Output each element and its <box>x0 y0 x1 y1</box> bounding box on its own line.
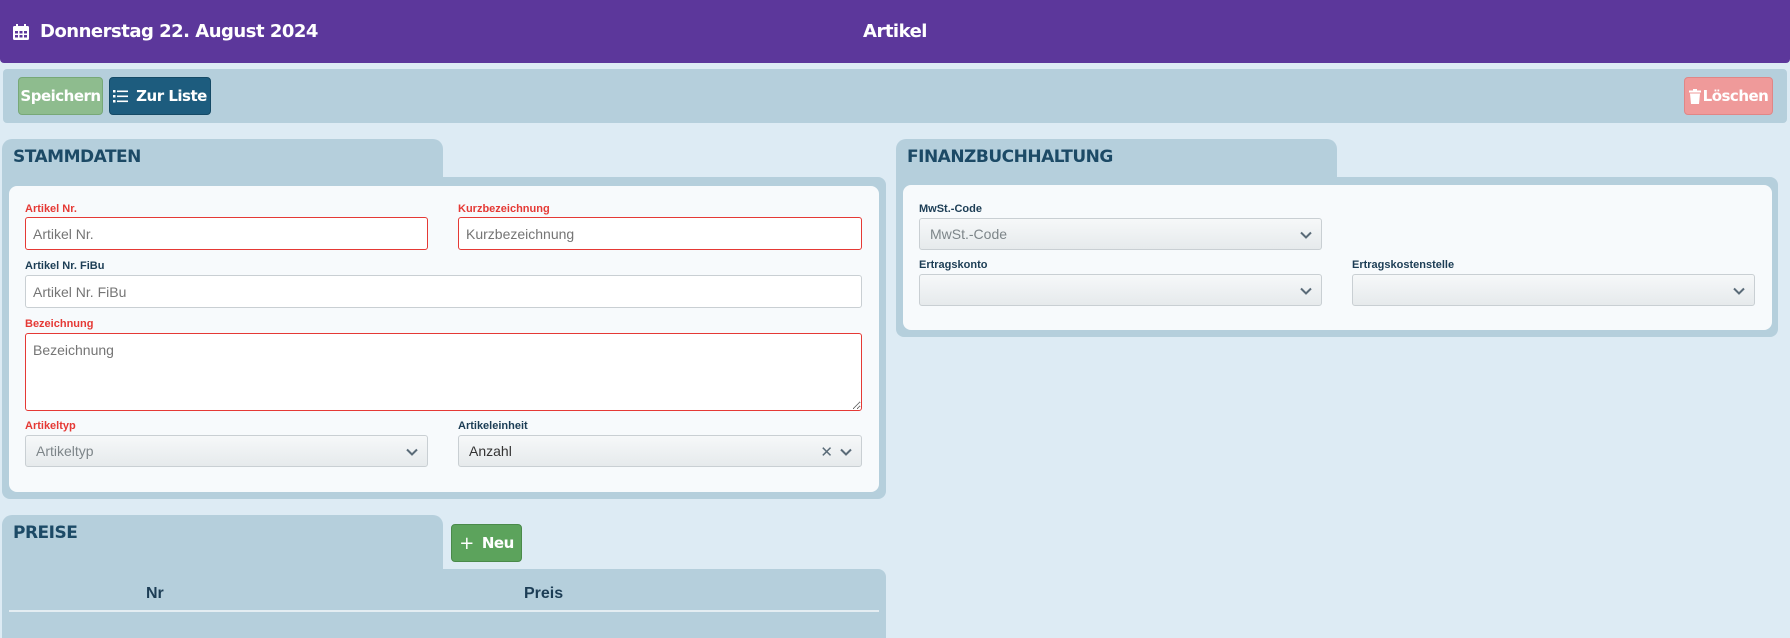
stammdaten-tab: STAMMDATEN <box>2 139 443 179</box>
to-list-button-label: Zur Liste <box>136 87 207 105</box>
artikeltyp-select[interactable]: Artikeltyp <box>25 435 428 467</box>
fibu-tab: FINANZBUCHHALTUNG <box>896 139 1337 179</box>
ertragskostenstelle-select[interactable] <box>1352 274 1755 306</box>
chevron-down-icon <box>1733 287 1745 295</box>
clear-icon[interactable]: ✕ <box>820 443 833 461</box>
page-title: Artikel <box>863 21 927 42</box>
artikel-nr-fibu-label: Artikel Nr. FiBu <box>25 260 105 272</box>
fibu-form <box>903 185 1772 330</box>
chevron-down-icon <box>1300 287 1312 295</box>
trash-icon <box>1688 88 1701 104</box>
plus-icon: + <box>459 532 474 554</box>
preise-panel: Nr Preis <box>2 569 886 638</box>
artikeleinheit-select[interactable]: Anzahl ✕ <box>458 435 862 467</box>
column-header-preis[interactable]: Preis <box>524 585 563 603</box>
save-button[interactable]: Speichern <box>18 77 103 115</box>
kurzbezeichnung-input[interactable] <box>458 217 862 250</box>
fibu-title: FINANZBUCHHALTUNG <box>907 147 1113 167</box>
chevron-down-icon <box>840 448 852 456</box>
chevron-down-icon <box>1300 231 1312 239</box>
table-header-divider <box>9 610 879 612</box>
artikel-nr-input[interactable] <box>25 217 428 250</box>
save-button-label: Speichern <box>20 87 101 105</box>
fibu-panel <box>896 177 1778 337</box>
artikeleinheit-value: Anzahl <box>469 443 512 459</box>
artikeleinheit-label: Artikeleinheit <box>458 420 528 432</box>
list-icon <box>113 89 129 102</box>
kurzbezeichnung-label: Kurzbezeichnung <box>458 203 550 215</box>
mwst-code-placeholder: MwSt.-Code <box>930 226 1008 242</box>
artikel-nr-label: Artikel Nr. <box>25 203 77 215</box>
app-header: Donnerstag 22. August 2024 Artikel <box>0 0 1790 63</box>
stammdaten-title: STAMMDATEN <box>13 147 141 167</box>
mwst-code-label: MwSt.-Code <box>919 203 982 215</box>
delete-button-label: Löschen <box>1702 87 1769 105</box>
bezeichnung-label: Bezeichnung <box>25 318 94 330</box>
ertragskostenstelle-label: Ertragskostenstelle <box>1352 259 1455 271</box>
ertragskonto-label: Ertragskonto <box>919 259 988 271</box>
ertragskonto-select[interactable] <box>919 274 1322 306</box>
preise-title: PREISE <box>13 523 78 543</box>
new-button-label: Neu <box>481 534 514 552</box>
bezeichnung-textarea[interactable] <box>25 333 862 411</box>
toolbar: Speichern Zur Liste Löschen <box>3 69 1787 123</box>
mwst-code-select[interactable]: MwSt.-Code <box>919 218 1322 250</box>
column-header-nr[interactable]: Nr <box>146 585 164 603</box>
new-price-button[interactable]: + Neu <box>451 524 522 562</box>
delete-button[interactable]: Löschen <box>1684 77 1773 115</box>
chevron-down-icon <box>406 448 418 456</box>
artikeltyp-label: Artikeltyp <box>25 420 76 432</box>
preise-tab: PREISE <box>2 515 443 571</box>
artikeltyp-placeholder: Artikeltyp <box>36 443 94 459</box>
artikel-nr-fibu-input[interactable] <box>25 275 862 308</box>
to-list-button[interactable]: Zur Liste <box>109 77 211 115</box>
